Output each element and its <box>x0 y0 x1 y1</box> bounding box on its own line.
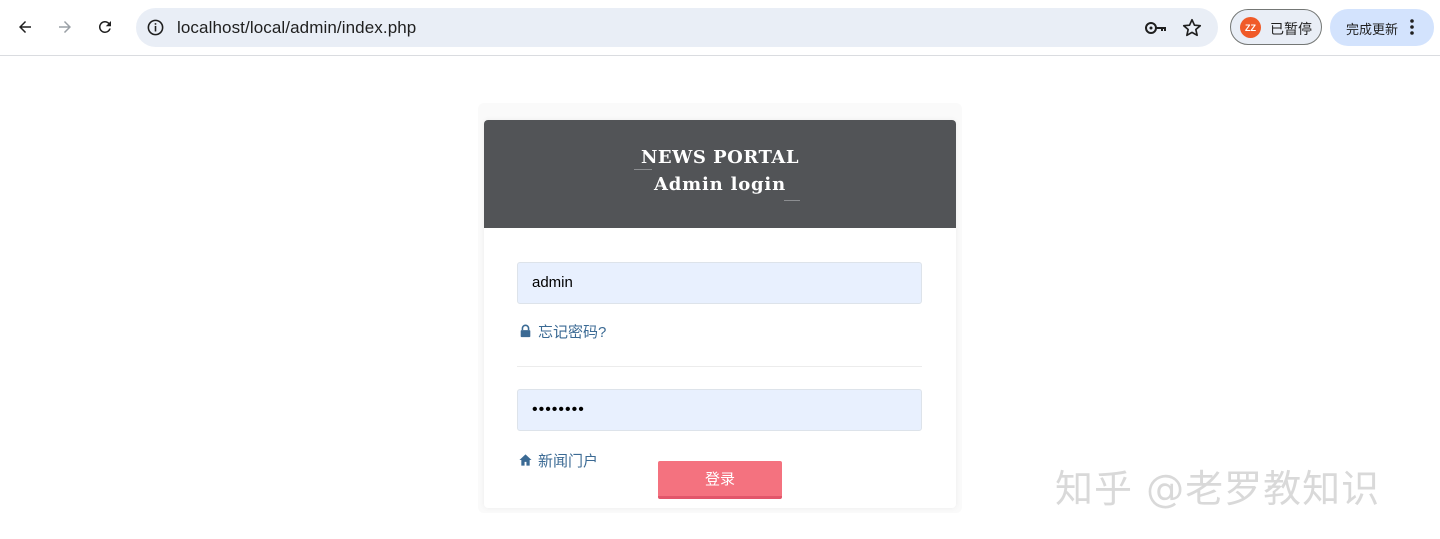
lock-icon <box>520 324 531 338</box>
finish-update-button[interactable]: 完成更新 <box>1330 9 1434 46</box>
home-link-label[interactable]: 新闻门户 <box>538 450 598 471</box>
login-subtitle: Admin login <box>654 174 786 195</box>
back-button[interactable] <box>10 12 40 42</box>
form-divider <box>517 366 922 367</box>
profile-status-label: 已暂停 <box>1270 21 1312 37</box>
login-button[interactable]: 登录 <box>658 461 782 499</box>
header-decoration <box>634 169 652 170</box>
site-info-icon[interactable] <box>146 18 165 37</box>
reload-icon <box>98 20 111 33</box>
login-card: NEWS PORTAL Admin login admin 忘记密码? ••••… <box>484 120 956 508</box>
reload-button[interactable] <box>90 12 120 42</box>
profile-paused-chip[interactable]: ZZ 已暂停 <box>1230 9 1322 45</box>
bookmark-star-icon[interactable] <box>1181 17 1203 39</box>
arrow-left-icon <box>19 21 31 33</box>
browser-toolbar: localhost/local/admin/index.php ZZ 已暂停 完… <box>0 0 1440 56</box>
home-icon <box>519 454 532 466</box>
profile-avatar: ZZ <box>1240 17 1261 38</box>
password-key-icon[interactable] <box>1144 18 1168 38</box>
arrow-right-icon <box>59 21 71 33</box>
forward-button[interactable] <box>50 12 80 42</box>
header-decoration <box>784 200 800 201</box>
watermark: 知乎 @老罗教知识 <box>1055 467 1381 511</box>
brand-title: NEWS PORTAL <box>640 147 800 168</box>
update-label: 完成更新 <box>1346 22 1399 37</box>
url-text[interactable]: localhost/local/admin/index.php <box>177 18 416 38</box>
address-bar[interactable]: localhost/local/admin/index.php <box>136 8 1218 47</box>
password-field[interactable]: •••••••• <box>517 389 922 431</box>
forgot-password-label[interactable]: 忘记密码? <box>538 321 606 342</box>
more-vertical-icon <box>1410 19 1414 35</box>
news-portal-home-link[interactable]: 新闻门户 <box>519 450 598 470</box>
forgot-password-link[interactable]: 忘记密码? <box>519 321 606 341</box>
login-header: NEWS PORTAL Admin login <box>484 120 956 228</box>
username-field[interactable]: admin <box>517 262 922 304</box>
